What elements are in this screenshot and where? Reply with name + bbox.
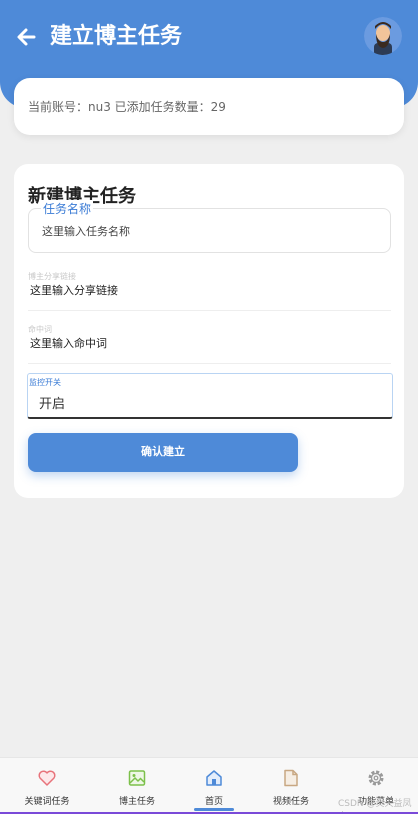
tab-video-task[interactable]: 视频任务: [249, 758, 333, 814]
monitor-switch-label: 监控开关: [29, 378, 61, 387]
share-link-label: 博主分享链接: [28, 272, 76, 281]
avatar[interactable]: [364, 17, 402, 55]
task-name-field[interactable]: 任务名称 这里输入任务名称: [28, 200, 391, 253]
task-name-label: 任务名称: [41, 200, 94, 217]
task-name-input[interactable]: 这里输入任务名称: [42, 223, 130, 239]
document-icon: [284, 769, 298, 787]
back-arrow-icon[interactable]: [14, 24, 40, 50]
account-info-text: 当前账号：nu3 已添加任务数量：29: [28, 100, 226, 114]
active-tab-indicator: [194, 808, 234, 811]
confirm-create-button[interactable]: 确认建立: [28, 433, 298, 472]
tab-label: 博主任务: [118, 797, 155, 807]
tab-blogger-task[interactable]: 博主任务: [95, 758, 179, 814]
hit-word-input[interactable]: 这里输入命中词: [30, 335, 107, 351]
image-icon: [128, 770, 146, 786]
account-info-card: 当前账号：nu3 已添加任务数量：29: [14, 78, 404, 135]
monitor-switch-value: 开启: [39, 397, 66, 412]
tab-label: 视频任务: [272, 797, 309, 807]
divider: [28, 310, 391, 311]
gear-icon: [368, 770, 384, 786]
page-title: 建立博主任务: [50, 24, 183, 49]
tab-label: 关键词任务: [24, 797, 70, 807]
heart-icon: [38, 770, 56, 786]
monitor-switch-select[interactable]: 监控开关 开启: [27, 373, 393, 419]
divider: [28, 363, 391, 364]
new-task-form: 新建博主任务 任务名称 这里输入任务名称 博主分享链接 这里输入分享链接 命中词…: [14, 164, 404, 498]
tab-label: 首页: [204, 797, 223, 807]
home-icon: [206, 770, 222, 786]
tab-keyword-task[interactable]: 关键词任务: [5, 758, 89, 814]
share-link-input[interactable]: 这里输入分享链接: [30, 282, 118, 298]
hit-word-label: 命中词: [28, 325, 52, 334]
tab-home[interactable]: 首页: [172, 758, 256, 814]
